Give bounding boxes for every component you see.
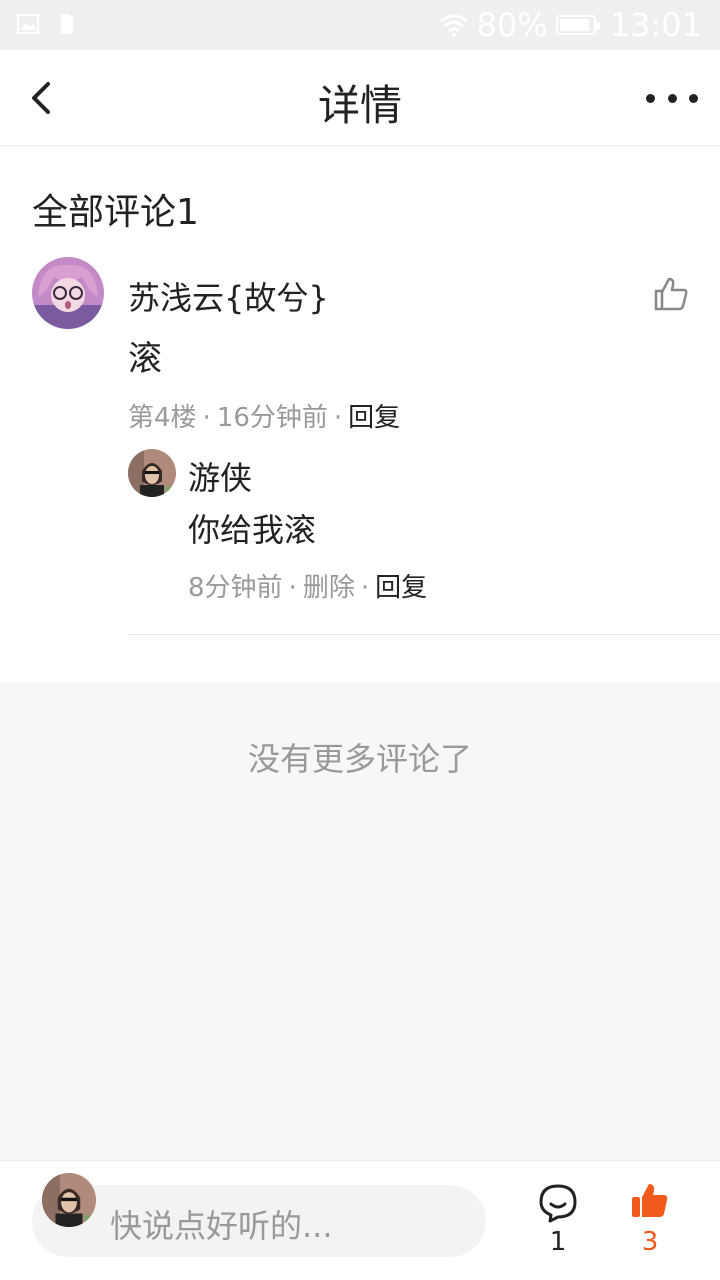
comment-floor: 第4楼 bbox=[128, 403, 197, 433]
image-icon bbox=[17, 14, 39, 34]
comments-heading: 全部评论1 bbox=[32, 192, 199, 233]
no-more-comments: 没有更多评论了 bbox=[247, 740, 472, 778]
bottom-bar: 快说点好听的... 1 3 bbox=[0, 1160, 720, 1280]
nav-bar: 详情 bbox=[0, 50, 720, 146]
reply-reply-button[interactable]: 回复 bbox=[375, 573, 427, 603]
wifi-icon bbox=[439, 14, 468, 37]
comment-icon bbox=[539, 1184, 577, 1223]
comment-time: 16分钟前 bbox=[216, 403, 328, 433]
status-right: 80% 13:01 bbox=[439, 4, 702, 46]
page-title: 详情 bbox=[317, 81, 402, 130]
status-left-icons bbox=[16, 12, 78, 36]
comment-meta: 第4楼 · 16分钟前 · 回复 bbox=[128, 403, 401, 433]
comment-count: 1 bbox=[549, 1227, 567, 1257]
comment-reply-button[interactable]: 回复 bbox=[348, 403, 400, 433]
comment-author[interactable]: 苏浅云{故兮} bbox=[128, 273, 329, 319]
comment-text: 滚 bbox=[128, 339, 162, 379]
thumbs-up-icon[interactable] bbox=[652, 275, 690, 313]
reply-author[interactable]: 游侠 bbox=[188, 453, 252, 499]
more-icon[interactable] bbox=[646, 76, 698, 120]
like-count: 3 bbox=[641, 1227, 659, 1257]
status-bar: 80% 13:01 bbox=[0, 0, 720, 50]
reply-avatar[interactable] bbox=[128, 449, 176, 497]
clock: 13:01 bbox=[609, 6, 702, 44]
divider bbox=[128, 634, 720, 635]
thumbs-up-filled-icon bbox=[632, 1184, 668, 1217]
comment-button[interactable]: 1 bbox=[534, 1183, 582, 1263]
comments-panel: 全部评论1 苏浅云{故兮} 滚 第4楼 · 16分钟前 · 回复 游侠 你给我滚… bbox=[0, 147, 720, 683]
battery-icon bbox=[555, 15, 600, 35]
battery-percent: 80% bbox=[476, 6, 548, 44]
input-avatar bbox=[42, 1173, 96, 1227]
reply-text: 你给我滚 bbox=[188, 511, 317, 549]
reply-time: 8分钟前 bbox=[188, 573, 283, 603]
sim-icon bbox=[61, 14, 73, 34]
like-button[interactable]: 3 bbox=[626, 1181, 674, 1263]
reply-meta: 8分钟前 · 删除 · 回复 bbox=[188, 573, 428, 603]
reply-delete-button[interactable]: 删除 bbox=[303, 573, 355, 603]
comment-input-placeholder[interactable]: 快说点好听的... bbox=[110, 1201, 333, 1247]
avatar[interactable] bbox=[32, 257, 104, 329]
